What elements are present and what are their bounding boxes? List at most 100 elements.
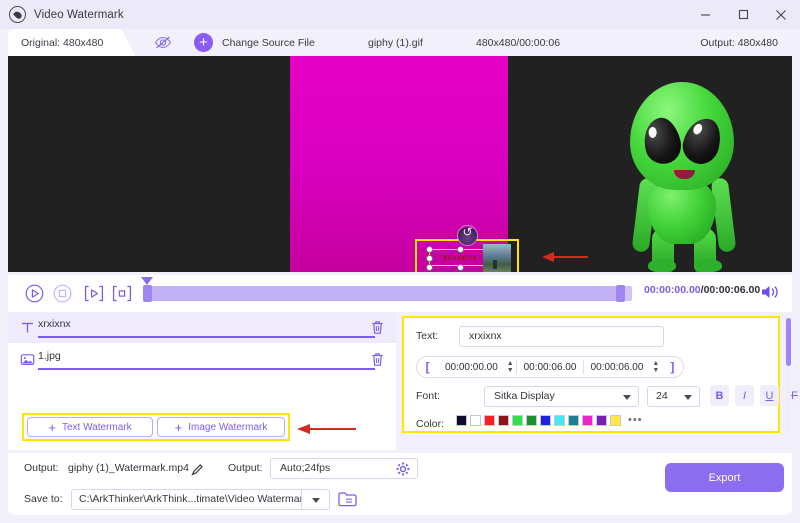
list-item-label: 1.jpg (38, 350, 61, 362)
add-watermark-group: + Text Watermark + Image Watermark (22, 413, 290, 441)
gear-icon[interactable] (396, 462, 410, 476)
output-name-value: giphy (1)_Watermark.mp4 (68, 462, 189, 474)
bold-button[interactable]: B (710, 385, 729, 406)
resize-handle-nw[interactable] (426, 246, 433, 253)
font-size-value: 24 (656, 390, 668, 402)
playhead-icon[interactable] (140, 275, 154, 287)
font-family-select[interactable]: Sitka Display (484, 386, 639, 407)
plus-icon: + (174, 419, 183, 435)
close-icon[interactable] (762, 0, 800, 29)
color-swatch[interactable] (470, 414, 481, 426)
trash-icon[interactable] (371, 352, 384, 367)
resize-handle-n[interactable] (457, 246, 464, 253)
chevron-down-icon (312, 498, 320, 503)
font-family-value: Sitka Display (494, 390, 555, 402)
output-format-label: Output: (228, 462, 263, 474)
add-image-watermark-button[interactable]: + Image Watermark (157, 417, 285, 437)
current-time: 00:00:00.00 (644, 284, 701, 296)
window-controls (686, 0, 800, 29)
settings-scrollbar-thumb[interactable] (786, 318, 791, 366)
stop-circle-icon[interactable] (53, 284, 72, 303)
set-end-point-icon[interactable] (111, 284, 132, 303)
image-watermark-thumbnail[interactable] (483, 244, 511, 272)
plus-icon: + (194, 33, 213, 52)
text-label: Text: (416, 330, 439, 342)
color-swatch[interactable] (582, 414, 593, 426)
save-to-path-field[interactable]: C:\ArkThinker\ArkThink...timate\Video Wa… (71, 489, 302, 510)
timeline-end-handle[interactable] (616, 285, 625, 302)
add-image-watermark-label: Image Watermark (188, 421, 268, 433)
source-dimensions-duration: 480x480/00:00:06 (476, 36, 561, 49)
color-swatch[interactable] (456, 414, 467, 426)
font-size-select[interactable]: 24 (647, 386, 700, 407)
eye-off-icon[interactable] (154, 35, 172, 50)
export-button[interactable]: Export (665, 463, 784, 492)
list-item-underline (38, 368, 375, 370)
color-swatch[interactable] (484, 414, 495, 426)
plus-icon: + (48, 419, 56, 435)
bracket-close: ] (670, 360, 675, 374)
resize-handle-s[interactable] (457, 264, 464, 271)
duration-stepper[interactable]: ▲ ▼ (650, 360, 662, 374)
change-source-file-label: Change Source File (222, 36, 315, 49)
underline-button[interactable]: U (760, 385, 779, 406)
set-start-point-icon[interactable] (83, 284, 104, 303)
title-bar: Video Watermark (0, 0, 800, 29)
start-time-field[interactable]: 00:00:00.00 (438, 362, 504, 373)
timeline-range-fill (145, 286, 622, 301)
chevron-down-icon (623, 395, 631, 400)
add-text-watermark-label: Text Watermark (61, 421, 132, 433)
time-readout: 00:00:00.00/00:00:06.00 (644, 284, 760, 296)
trash-icon[interactable] (371, 320, 384, 335)
color-swatch[interactable] (512, 414, 523, 426)
change-source-file-button[interactable]: + Change Source File (194, 29, 315, 56)
save-to-label: Save to: (24, 493, 63, 505)
resize-handle-w[interactable] (426, 255, 433, 262)
time-range-group: [ 00:00:00.00 ▲ ▼ 00:00:06.00 00:00:06.00… (416, 356, 684, 378)
resize-handle-sw[interactable] (426, 264, 433, 271)
settings-scrollbar[interactable] (786, 318, 791, 434)
pencil-icon[interactable] (191, 463, 203, 476)
maximize-icon[interactable] (724, 0, 762, 29)
folder-icon[interactable] (338, 491, 357, 507)
bottom-bar: Output: giphy (1)_Watermark.mp4 Output: … (8, 453, 792, 515)
start-time-stepper[interactable]: ▲ ▼ (504, 360, 516, 374)
source-header-bar: Original: 480x480 + Change Source File g… (8, 29, 792, 56)
list-item[interactable]: 1.jpg (8, 345, 396, 375)
watermark-selection-box[interactable]: xrxixnx (415, 225, 519, 272)
rotate-handle-icon[interactable] (457, 225, 478, 246)
output-name-label: Output: (24, 462, 59, 474)
video-preview[interactable]: xrxixnx (8, 56, 792, 272)
timeline-slider[interactable] (141, 277, 632, 302)
text-watermark-icon (20, 320, 35, 335)
play-circle-icon[interactable] (25, 284, 44, 303)
timeline-track[interactable] (145, 286, 632, 301)
total-time: 00:00:06.00 (703, 284, 761, 296)
list-item-label: xrxixnx (38, 318, 71, 330)
video-watermark-window: Video Watermark Original: 480x480 + Chan… (0, 0, 800, 523)
original-size-label: Original: 480x480 (8, 29, 135, 56)
duration-field[interactable]: 00:00:06.00 (584, 362, 650, 373)
source-file-name: giphy (1).gif (368, 36, 423, 49)
list-item-underline (38, 336, 375, 338)
watermark-text-input[interactable]: xrxixnx (459, 326, 664, 347)
color-swatch[interactable] (498, 414, 509, 426)
color-swatch[interactable] (568, 414, 579, 426)
minimize-icon[interactable] (686, 0, 724, 29)
italic-button[interactable]: I (735, 385, 754, 406)
bracket-open: [ (425, 360, 430, 374)
volume-icon[interactable] (760, 283, 780, 301)
add-text-watermark-button[interactable]: + Text Watermark (27, 417, 153, 437)
end-time-field[interactable]: 00:00:06.00 (517, 362, 583, 373)
alien-character (608, 82, 758, 272)
color-swatch[interactable] (554, 414, 565, 426)
playback-bar: 00:00:00.00/00:00:06.00 (8, 275, 792, 312)
color-swatch[interactable] (540, 414, 551, 426)
save-to-dropdown-button[interactable] (302, 489, 330, 510)
color-swatch[interactable] (610, 414, 621, 426)
color-swatch[interactable] (596, 414, 607, 426)
list-item[interactable]: xrxixnx (8, 313, 396, 343)
color-swatch[interactable] (526, 414, 537, 426)
more-colors-button[interactable]: ••• (628, 414, 643, 426)
chevron-down-icon (684, 395, 692, 400)
